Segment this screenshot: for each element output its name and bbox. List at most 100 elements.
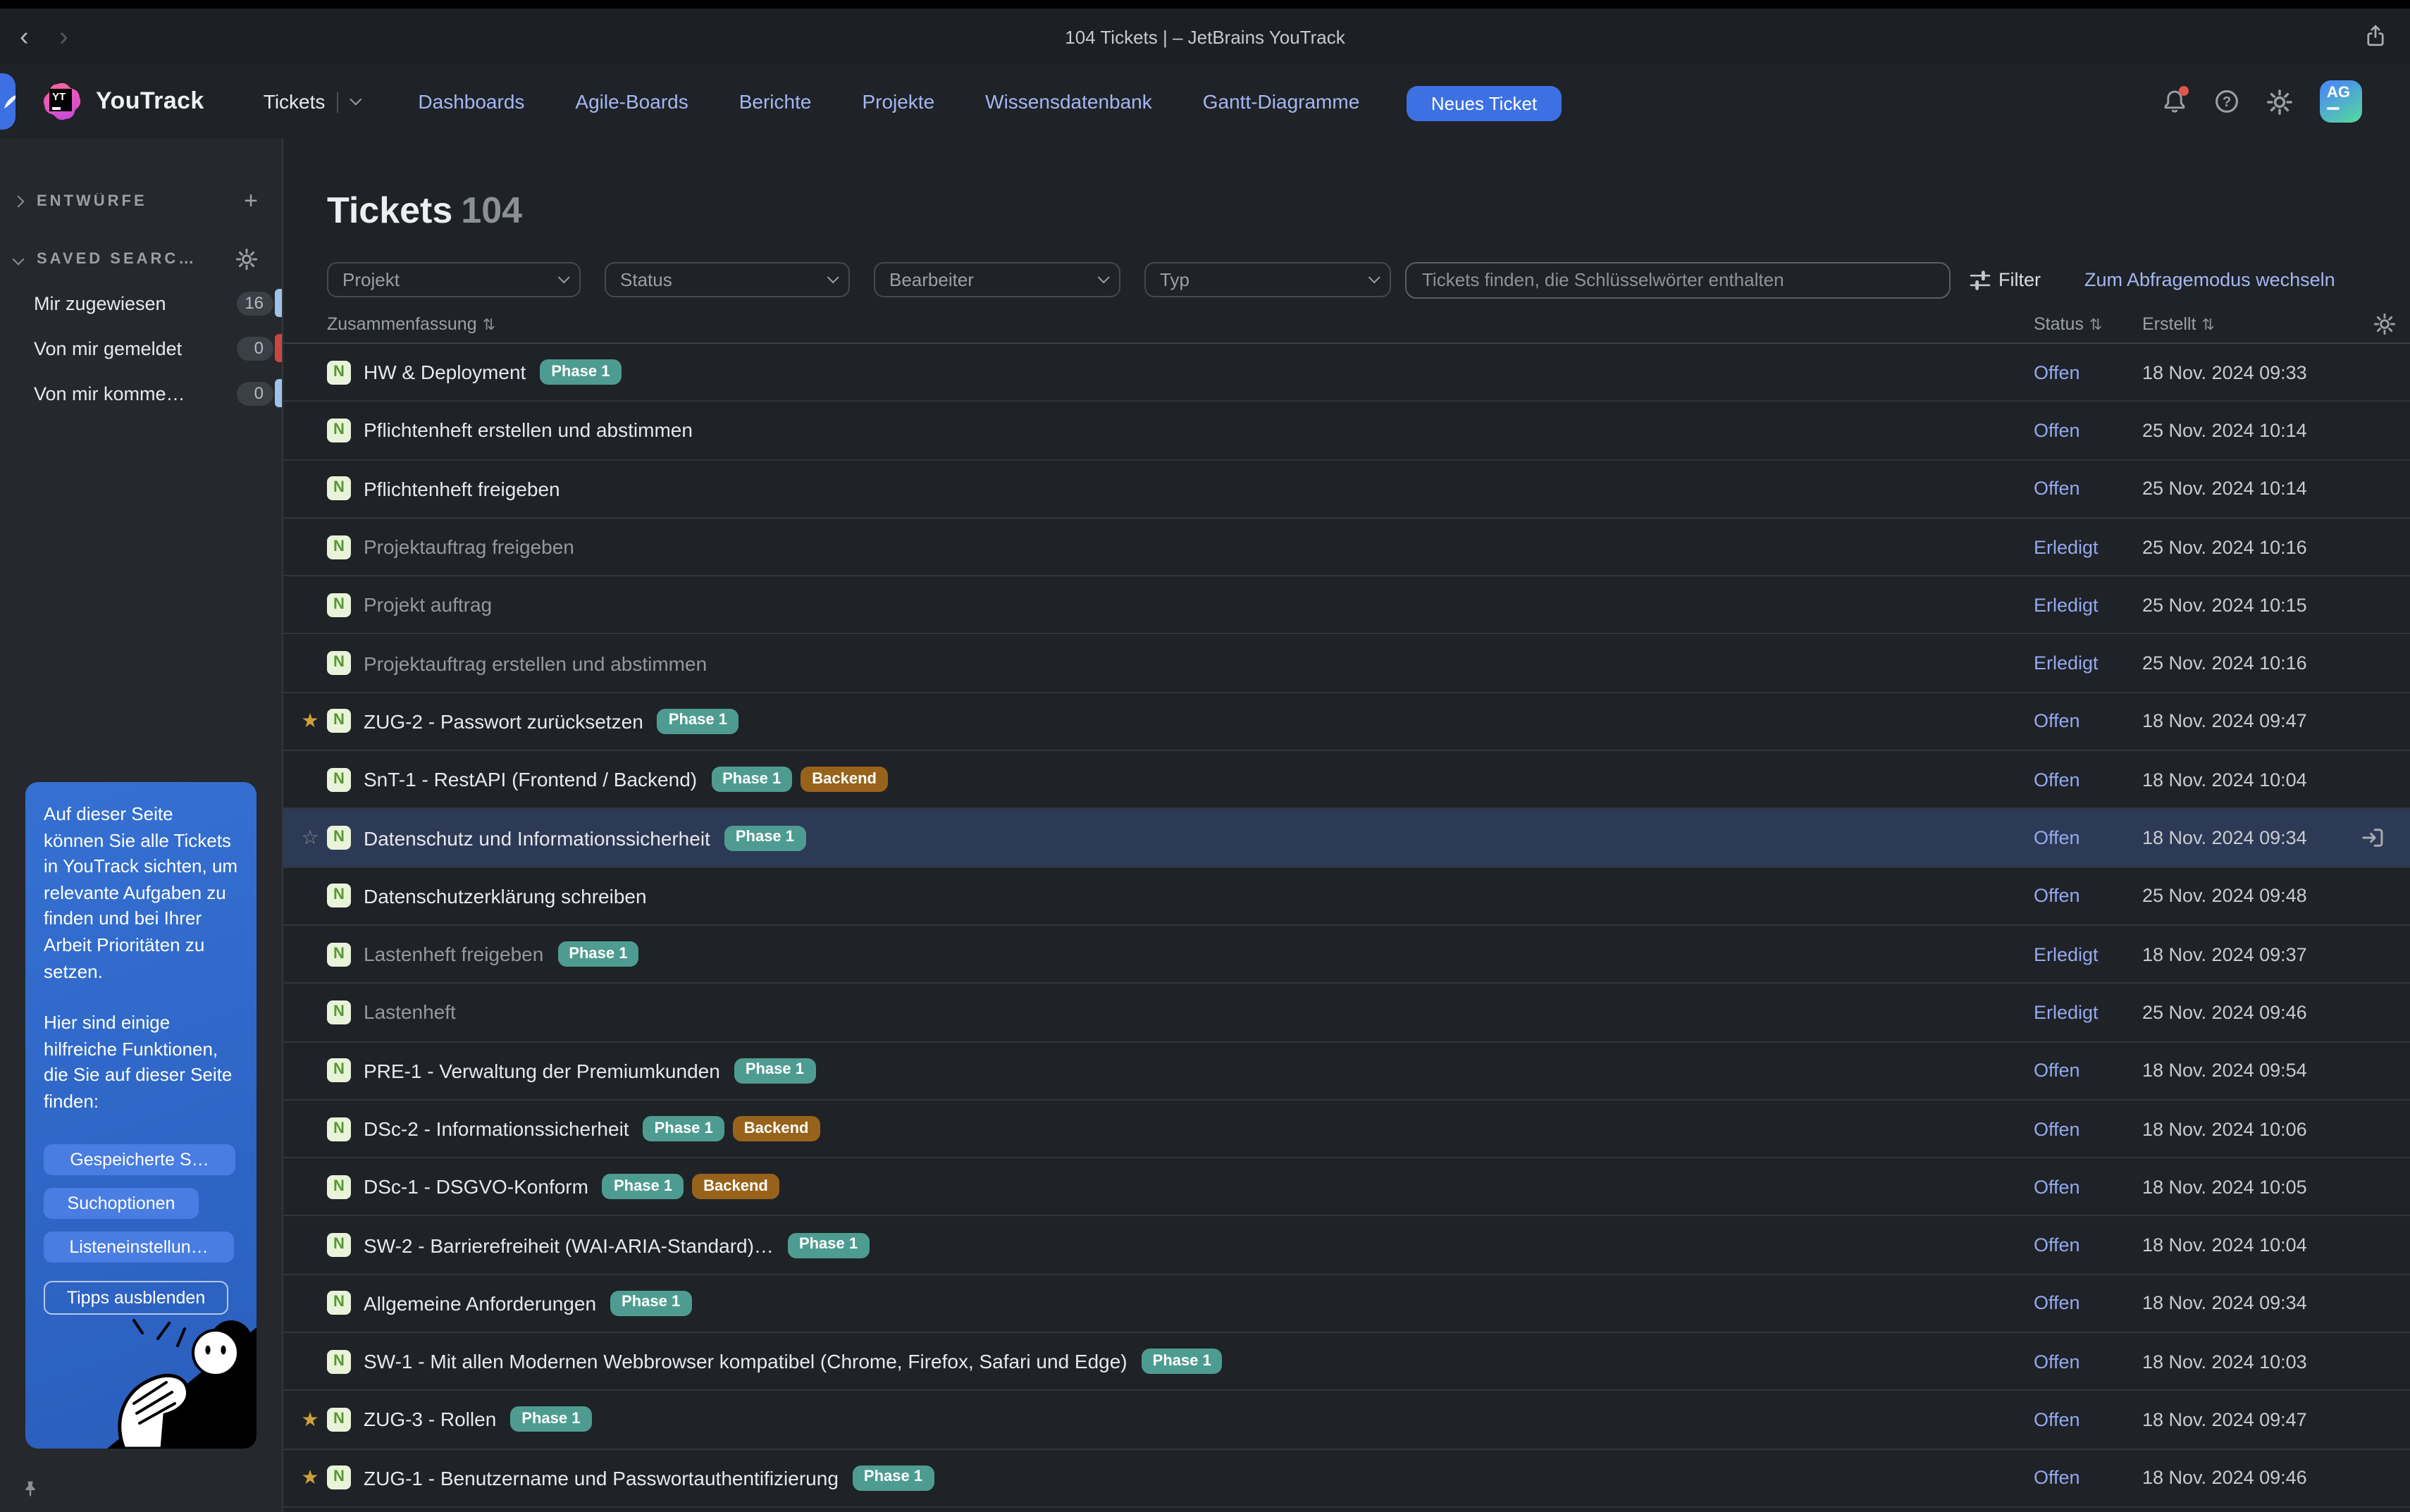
sidebar-item[interactable]: Von mir gemeldet0 (0, 326, 282, 371)
tag-phase-1[interactable]: Phase 1 (1142, 1349, 1223, 1374)
filter-dropdown-typ[interactable]: Typ (1144, 262, 1391, 297)
ticket-status[interactable]: Offen (2034, 1468, 2080, 1489)
table-row[interactable]: N Projektauftrag freigeben Erledigt 25 N… (283, 519, 2410, 577)
table-row[interactable]: N SW-1 - Mit allen Modernen Webbrowser k… (283, 1333, 2410, 1392)
sidebar-section-drafts[interactable]: ENTWÜRFE + (0, 182, 282, 221)
ticket-summary[interactable]: SW-1 - Mit allen Modernen Webbrowser kom… (364, 1350, 1127, 1372)
ticket-summary[interactable]: Pflichtenheft erstellen und abstimmen (364, 419, 693, 442)
tickets-menu[interactable]: Tickets (264, 90, 358, 113)
add-draft-icon[interactable]: + (244, 188, 258, 212)
tooltip-button[interactable]: Suchoptionen (44, 1187, 199, 1218)
star-icon[interactable]: ★ (297, 1466, 323, 1490)
ticket-summary[interactable]: HW & Deployment (364, 361, 526, 383)
ticket-status[interactable]: Offen (2034, 769, 2080, 790)
ticket-summary[interactable]: Lastenheft freigeben (364, 943, 543, 965)
ticket-summary[interactable]: ZUG-1 - Benutzername und Passwortauthent… (364, 1467, 839, 1489)
table-row[interactable]: N Projektauftrag erstellen und abstimmen… (283, 635, 2410, 693)
nav-link-wissensdatenbank[interactable]: Wissensdatenbank (985, 90, 1152, 113)
tag-phase-1[interactable]: Phase 1 (711, 767, 792, 792)
sidebar-section-saved-searches[interactable]: SAVED SEARC… (0, 240, 282, 279)
ticket-status[interactable]: Offen (2034, 886, 2080, 907)
tag-phase-1[interactable]: Phase 1 (602, 1175, 684, 1200)
star-icon[interactable]: ★ (297, 709, 323, 733)
ticket-status[interactable]: Offen (2034, 1351, 2080, 1372)
notifications-bell-icon[interactable] (2162, 89, 2187, 114)
ticket-summary[interactable]: SW-2 - Barrierefreiheit (WAI-ARIA-Standa… (364, 1234, 774, 1256)
ticket-summary[interactable]: PRE-1 - Verwaltung der Premiumkunden (364, 1059, 720, 1082)
tag-phase-1[interactable]: Phase 1 (540, 359, 621, 385)
ticket-status[interactable]: Erledigt (2034, 595, 2099, 616)
user-avatar[interactable]: AG (2320, 80, 2362, 123)
ticket-summary[interactable]: DSc-2 - Informationssicherheit (364, 1117, 629, 1140)
tag-phase-1[interactable]: Phase 1 (724, 825, 805, 850)
tooltip-button[interactable]: Listeneinstellun… (44, 1231, 234, 1262)
ticket-summary[interactable]: Projektauftrag freigeben (364, 535, 574, 558)
help-icon[interactable] (2214, 89, 2239, 114)
ticket-status[interactable]: Offen (2034, 827, 2080, 848)
table-row[interactable]: N SnT-1 - RestAPI (Frontend / Backend) P… (283, 751, 2410, 810)
table-row[interactable]: N Lastenheft Erledigt 25 Nov. 2024 09:46 (283, 984, 2410, 1043)
filter-dropdown-status[interactable]: Status (605, 262, 850, 297)
tag-backend[interactable]: Backend (692, 1175, 779, 1200)
tag-backend[interactable]: Backend (801, 767, 888, 792)
ticket-status[interactable]: Erledigt (2034, 1002, 2099, 1023)
table-row[interactable]: ☆ N Datenschutz und Informationssicherhe… (283, 810, 2410, 868)
tag-phase-1[interactable]: Phase 1 (788, 1232, 869, 1258)
ticket-status[interactable]: Offen (2034, 361, 2080, 383)
dismiss-tips-button[interactable]: Tipps ausblenden (44, 1280, 228, 1314)
tag-phase-1[interactable]: Phase 1 (557, 941, 638, 967)
table-row[interactable]: N PRE-1 - Verwaltung der Premiumkunden P… (283, 1042, 2410, 1101)
search-input[interactable] (1405, 261, 1951, 298)
table-row[interactable]: N Datenschutzerklärung schreiben Offen 2… (283, 867, 2410, 926)
nav-link-berichte[interactable]: Berichte (739, 90, 812, 113)
pin-sidebar-icon[interactable] (20, 1480, 41, 1501)
ticket-summary[interactable]: Allgemeine Anforderungen (364, 1292, 596, 1315)
ticket-summary[interactable]: Datenschutz und Informationssicherheit (364, 826, 710, 849)
column-status[interactable]: Status⇅ (2034, 314, 2102, 334)
tag-phase-1[interactable]: Phase 1 (734, 1058, 815, 1083)
ticket-status[interactable]: Offen (2034, 1293, 2080, 1314)
ticket-status[interactable]: Offen (2034, 711, 2080, 732)
tag-phase-1[interactable]: Phase 1 (610, 1291, 691, 1316)
star-icon[interactable]: ★ (297, 1408, 323, 1432)
tag-phase-1[interactable]: Phase 1 (643, 1116, 724, 1141)
table-row[interactable]: N HW & Deployment Phase 1 Offen 18 Nov. … (283, 344, 2410, 402)
saved-searches-gear-icon[interactable] (235, 248, 258, 271)
new-ticket-button[interactable]: Neues Ticket (1407, 86, 1562, 121)
ticket-summary[interactable]: Datenschutzerklärung schreiben (364, 885, 647, 907)
switch-query-mode-link[interactable]: Zum Abfragemodus wechseln (2084, 269, 2335, 290)
open-ticket-icon[interactable] (2361, 826, 2385, 850)
youtrack-logo[interactable]: YT (44, 83, 80, 120)
table-row[interactable]: ★ N ZUG-1 - Benutzername und Passwortaut… (283, 1449, 2410, 1508)
tag-backend[interactable]: Backend (733, 1116, 820, 1141)
ticket-summary[interactable]: DSc-1 - DSGVO-Konform (364, 1176, 588, 1198)
filter-dropdown-projekt[interactable]: Projekt (327, 262, 581, 297)
ticket-status[interactable]: Offen (2034, 1409, 2080, 1430)
ticket-status[interactable]: Offen (2034, 1234, 2080, 1256)
ticket-summary[interactable]: Projekt auftrag (364, 594, 492, 616)
star-icon[interactable]: ☆ (297, 826, 323, 850)
table-row[interactable]: N DSc-2 - Informationssicherheit Phase 1… (283, 1101, 2410, 1159)
ticket-status[interactable]: Offen (2034, 1118, 2080, 1139)
table-row[interactable]: N Pflichtenheft freigeben Offen 25 Nov. … (283, 460, 2410, 519)
table-row[interactable]: N SW-2 - Barrierefreiheit (WAI-ARIA-Stan… (283, 1217, 2410, 1275)
table-row[interactable]: N Pflichtenheft erstellen und abstimmen … (283, 402, 2410, 461)
filter-toggle[interactable]: Filter (1969, 268, 2041, 291)
share-icon[interactable] (2363, 24, 2387, 48)
nav-link-dashboards[interactable]: Dashboards (418, 90, 524, 113)
ticket-summary[interactable]: ZUG-3 - Rollen (364, 1408, 496, 1431)
column-summary[interactable]: Zusammenfassung⇅ (327, 314, 495, 334)
sidebar-feather-tab[interactable] (0, 73, 16, 130)
table-row[interactable]: N Allgemeine Anforderungen Phase 1 Offen… (283, 1275, 2410, 1334)
table-row[interactable]: ★ N ZUG-2 - Passwort zurücksetzen Phase … (283, 693, 2410, 752)
table-row[interactable]: N Lastenheft freigeben Phase 1 Erledigt … (283, 926, 2410, 984)
table-settings-gear-icon[interactable] (2373, 313, 2396, 335)
table-row[interactable]: ★ N ZUG-3 - Rollen Phase 1 Offen 18 Nov.… (283, 1392, 2410, 1450)
ticket-status[interactable]: Offen (2034, 1060, 2080, 1081)
history-forward-icon[interactable]: › (59, 24, 68, 51)
table-row[interactable]: N DSc-1 - DSGVO-Konform Phase 1Backend O… (283, 1158, 2410, 1217)
tag-phase-1[interactable]: Phase 1 (853, 1465, 934, 1491)
ticket-summary[interactable]: ZUG-2 - Passwort zurücksetzen (364, 710, 643, 733)
table-row[interactable]: N Projekt auftrag Erledigt 25 Nov. 2024 … (283, 576, 2410, 635)
ticket-status[interactable]: Erledigt (2034, 943, 2099, 965)
